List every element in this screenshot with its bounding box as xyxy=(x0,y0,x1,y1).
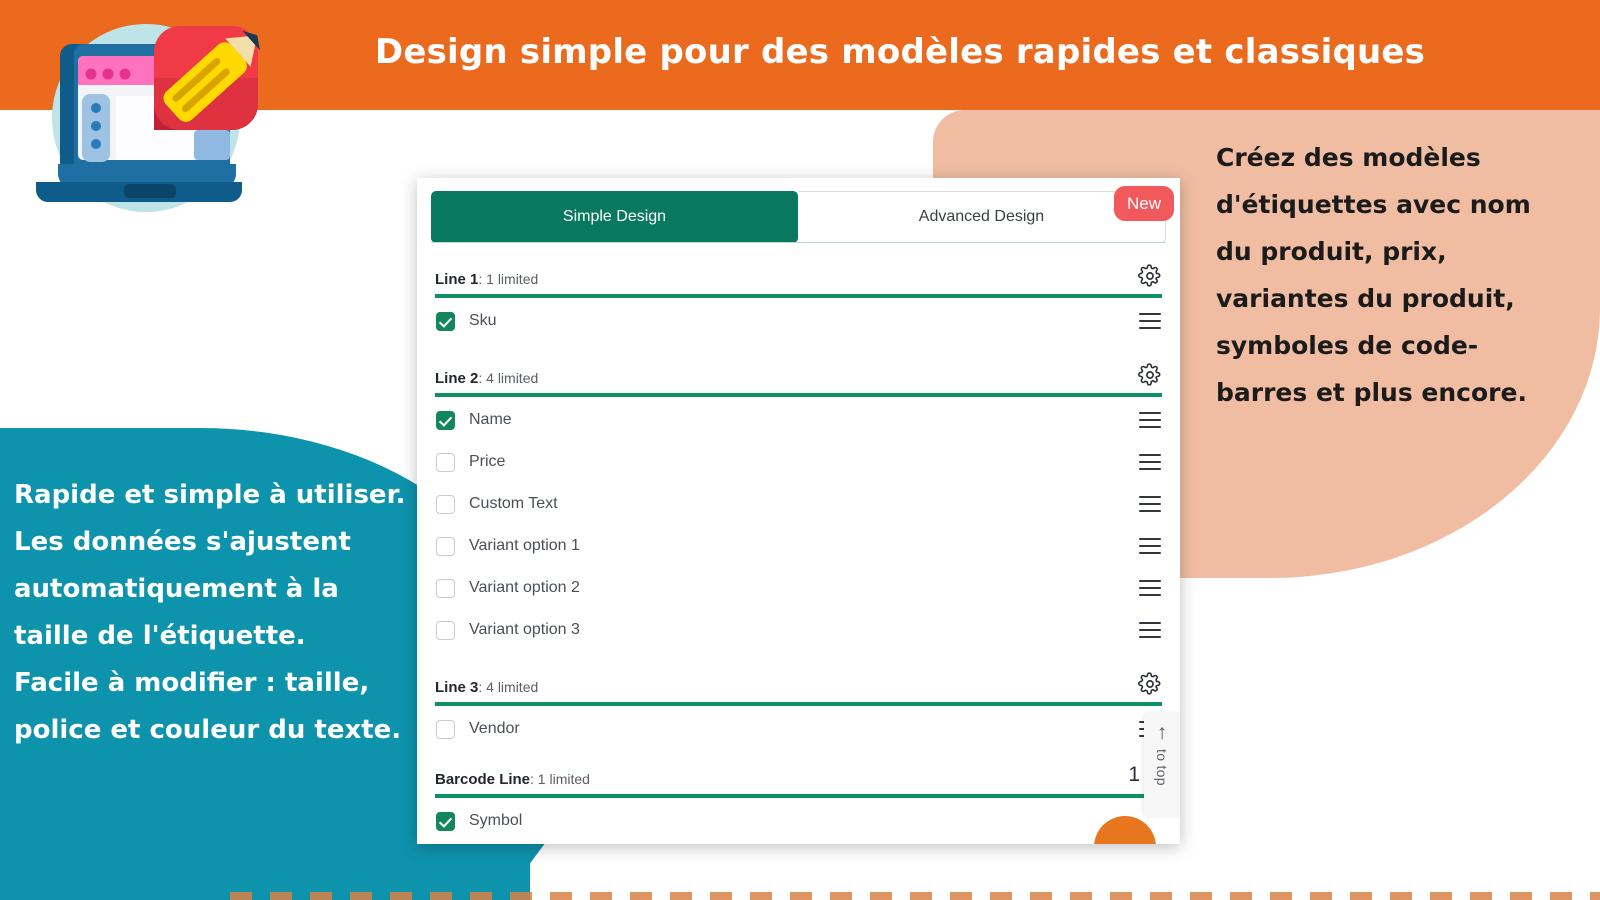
section-line-3-limit: : 4 limited xyxy=(478,679,539,695)
section-barcode-line-rule xyxy=(435,794,1162,798)
logo-titlebar-dot xyxy=(102,68,114,80)
list-item[interactable]: Name xyxy=(435,399,1162,441)
section-line-3-header: Line 3: 4 limited xyxy=(435,651,1162,702)
drag-handle-icon[interactable] xyxy=(1139,454,1161,470)
gear-icon[interactable] xyxy=(1138,672,1162,696)
list-item-label: Name xyxy=(469,411,512,428)
list-item-label: Variant option 2 xyxy=(469,579,580,596)
logo-sidebar-dot xyxy=(91,103,101,113)
section-line-1: Line 1: 1 limited Sku xyxy=(435,243,1162,342)
section-line-2-header: Line 2: 4 limited xyxy=(435,342,1162,393)
promo-slide: Rapide et simple à utiliser. Les données… xyxy=(0,0,1600,900)
page-number: 1 xyxy=(1128,763,1140,786)
list-item-label: Symbol xyxy=(469,812,523,829)
list-item[interactable]: Symbol xyxy=(435,800,1162,842)
back-to-top-button[interactable]: ↑ to top xyxy=(1144,713,1180,816)
section-line-3: Line 3: 4 limited Vendor xyxy=(435,651,1162,750)
checkbox-variant-option-1[interactable] xyxy=(436,536,455,556)
right-description-text: Créez des modèles d'étiquettes avec nom … xyxy=(1216,143,1531,407)
list-item[interactable]: Vendor xyxy=(435,708,1162,750)
logo-sidebar-dot xyxy=(91,121,101,131)
section-line-1-limit: : 1 limited xyxy=(478,271,539,287)
drag-handle-icon[interactable] xyxy=(1139,622,1161,638)
list-item-label: Variant option 3 xyxy=(469,621,580,638)
section-line-1-header: Line 1: 1 limited xyxy=(435,243,1162,294)
section-barcode-line: Barcode Line: 1 limited Symbol xyxy=(435,750,1162,842)
section-line-2-limit: : 4 limited xyxy=(478,370,539,386)
list-item-label: Sku xyxy=(469,312,497,329)
drag-handle-icon[interactable] xyxy=(1139,538,1161,554)
logo-titlebar-dot xyxy=(119,68,131,80)
new-badge: New xyxy=(1113,186,1174,221)
list-item[interactable]: Custom Text xyxy=(435,483,1162,525)
app-screenshot-card: New Simple Design Advanced Design Line 1… xyxy=(417,178,1180,844)
tab-advanced-design-label: Advanced Design xyxy=(918,208,1045,225)
tab-simple-design-label: Simple Design xyxy=(562,208,667,225)
arrow-up-icon: ↑ xyxy=(1156,721,1168,744)
gear-icon[interactable] xyxy=(1138,264,1162,288)
left-description-text: Rapide et simple à utiliser. Les données… xyxy=(14,480,406,745)
drag-handle-icon[interactable] xyxy=(1139,313,1161,329)
section-barcode-line-limit: : 1 limited xyxy=(530,771,590,787)
section-line-1-title: Line 1: 1 limited xyxy=(435,271,538,289)
gear-icon[interactable] xyxy=(1138,363,1162,387)
drag-handle-icon[interactable] xyxy=(1139,580,1161,596)
list-item-label: Price xyxy=(469,453,506,470)
list-item[interactable]: Sku xyxy=(435,300,1162,342)
checkbox-custom-text[interactable] xyxy=(436,494,455,514)
logo-titlebar-dot xyxy=(85,68,97,80)
section-line-1-rule xyxy=(435,294,1162,298)
list-item[interactable]: Variant option 3 xyxy=(435,609,1162,651)
tab-simple-design[interactable]: Simple Design xyxy=(431,191,798,243)
logo-canvas-block xyxy=(194,130,230,160)
tab-advanced-design[interactable]: Advanced Design xyxy=(798,191,1166,243)
checkbox-name[interactable] xyxy=(436,410,455,430)
section-line-3-rule xyxy=(435,702,1162,706)
section-barcode-line-header: Barcode Line: 1 limited xyxy=(435,750,1162,794)
section-line-2-title: Line 2: 4 limited xyxy=(435,370,538,388)
laptop-design-pencil-logo xyxy=(28,18,268,218)
section-line-2-name: Line 2 xyxy=(435,370,479,387)
list-item[interactable]: Variant option 1 xyxy=(435,525,1162,567)
page-title: Design simple pour des modèles rapides e… xyxy=(374,32,1426,72)
list-item-label: Vendor xyxy=(469,720,520,737)
checkbox-price[interactable] xyxy=(436,452,455,472)
checkbox-variant-option-3[interactable] xyxy=(436,620,455,640)
list-item-label: Custom Text xyxy=(469,495,558,512)
drag-handle-icon[interactable] xyxy=(1139,496,1161,512)
section-line-1-name: Line 1 xyxy=(435,271,479,288)
list-item-label: Variant option 1 xyxy=(469,537,580,554)
tab-bar: Simple Design Advanced Design xyxy=(431,191,1166,243)
back-to-top-label: to top xyxy=(1154,749,1170,786)
logo-laptop-notch xyxy=(124,184,176,198)
drag-handle-icon[interactable] xyxy=(1139,412,1161,428)
section-line-3-title: Line 3: 4 limited xyxy=(435,679,538,697)
checkbox-vendor[interactable] xyxy=(436,719,455,739)
section-barcode-line-name: Barcode Line xyxy=(435,771,531,788)
checkbox-symbol[interactable] xyxy=(436,811,455,831)
header-dashed-edge xyxy=(230,892,1600,900)
logo-illustration xyxy=(36,24,260,212)
section-line-3-name: Line 3 xyxy=(435,679,479,696)
section-barcode-line-title: Barcode Line: 1 limited xyxy=(435,771,590,789)
list-item[interactable]: Variant option 2 xyxy=(435,567,1162,609)
section-line-2-rule xyxy=(435,393,1162,397)
list-item[interactable]: Price xyxy=(435,441,1162,483)
checkbox-sku[interactable] xyxy=(436,311,455,331)
checkbox-variant-option-2[interactable] xyxy=(436,578,455,598)
logo-sidebar-dot xyxy=(91,139,101,149)
section-line-2: Line 2: 4 limited Name Price Custom Text… xyxy=(435,342,1162,651)
